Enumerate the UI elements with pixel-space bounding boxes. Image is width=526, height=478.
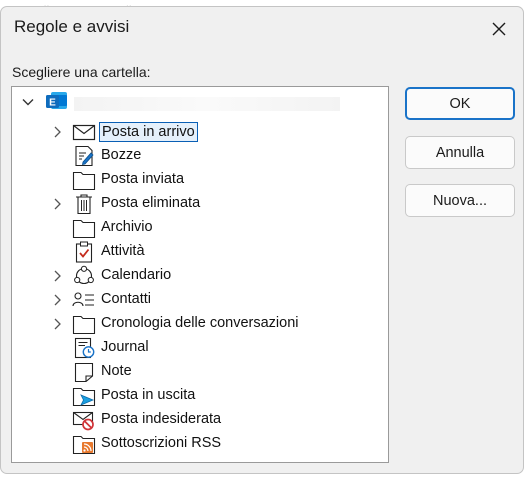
folder-row-journal[interactable]: Journal: [12, 336, 388, 360]
contacts-icon: [72, 292, 94, 307]
tree-root-row[interactable]: E: [12, 89, 388, 113]
chevron-right-icon[interactable]: [50, 293, 64, 307]
new-folder-button[interactable]: Nuova...: [405, 184, 515, 217]
ok-button[interactable]: OK: [405, 87, 515, 120]
folder-label: Posta inviata: [101, 171, 185, 187]
folder-row-posta-in-arrivo[interactable]: Posta in arrivo: [12, 120, 388, 144]
folder-label: Calendario: [101, 267, 172, 283]
folder-row-calendario[interactable]: Calendario: [12, 264, 388, 288]
account-name-redacted: [74, 97, 340, 111]
folder-tree[interactable]: E Posta in arrivo Bozze Posta inviata Po…: [11, 86, 389, 463]
trash-icon: [76, 194, 92, 215]
junk-mail-icon: [72, 411, 94, 431]
folder-label: Sottoscrizioni RSS: [101, 435, 222, 451]
folder-label: Attività: [101, 243, 145, 259]
folder-icon: [72, 315, 96, 335]
folder-label: Journal: [101, 339, 149, 355]
folder-label: Cronologia delle conversazioni: [101, 315, 299, 331]
folder-row-archivio[interactable]: Archivio: [12, 216, 388, 240]
chevron-right-icon[interactable]: [50, 197, 64, 211]
chevron-down-icon[interactable]: [21, 95, 35, 109]
folder-icon: [72, 171, 96, 191]
close-button[interactable]: [486, 16, 512, 42]
folder-label: Note: [101, 363, 132, 379]
svg-text:E: E: [49, 98, 56, 109]
folder-row-bozze[interactable]: Bozze: [12, 144, 388, 168]
folder-row-attivita[interactable]: Attività: [12, 240, 388, 264]
outbox-arrow-icon: [72, 387, 96, 407]
folder-row-sottoscrizioni-rss[interactable]: Sottoscrizioni RSS: [12, 432, 388, 456]
folder-row-contatti[interactable]: Contatti: [12, 288, 388, 312]
folder-row-posta-inviata[interactable]: Posta inviata: [12, 168, 388, 192]
folder-icon: [72, 219, 96, 239]
note-icon: [74, 362, 94, 383]
folder-prompt-label: Scegliere una cartella:: [12, 64, 151, 80]
chevron-right-icon[interactable]: [50, 125, 64, 139]
cancel-button[interactable]: Annulla: [405, 136, 515, 169]
folder-label: Posta in uscita: [101, 387, 196, 403]
folder-label: Posta in arrivo: [99, 122, 198, 142]
rules-alerts-dialog: Regole e avvisi Scegliere una cartella: …: [0, 6, 524, 474]
calendar-people-icon: [74, 265, 94, 285]
folder-row-cronologia[interactable]: Cronologia delle conversazioni: [12, 312, 388, 336]
folder-row-posta-indesiderata[interactable]: Posta indesiderata: [12, 408, 388, 432]
dialog-title: Regole e avvisi: [14, 17, 130, 36]
folder-label: Contatti: [101, 291, 151, 307]
folder-label: Posta eliminata: [101, 195, 201, 211]
folder-label: Bozze: [101, 147, 142, 163]
tasks-clipboard-icon: [75, 241, 93, 263]
chevron-right-icon[interactable]: [50, 317, 64, 331]
outlook-exchange-icon: E: [46, 92, 67, 109]
folder-row-posta-in-uscita[interactable]: Posta in uscita: [12, 384, 388, 408]
folder-label: Archivio: [101, 219, 153, 235]
close-icon: [492, 22, 506, 36]
drafts-pencil-icon: [75, 145, 94, 167]
inbox-envelope-icon: [72, 124, 96, 141]
folder-label: Posta indesiderata: [101, 411, 222, 427]
rss-folder-icon: [72, 435, 96, 455]
journal-clock-icon: [74, 337, 95, 359]
folder-row-note[interactable]: Note: [12, 360, 388, 384]
folder-row-posta-eliminata[interactable]: Posta eliminata: [12, 192, 388, 216]
chevron-right-icon[interactable]: [50, 269, 64, 283]
